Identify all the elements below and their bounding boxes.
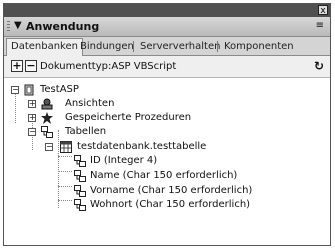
panel-title-bar[interactable]: ▼ Anwendung ≡ — [4, 17, 330, 37]
expand-toggle-icon[interactable]: + — [28, 114, 36, 122]
panel-title: Anwendung — [26, 20, 100, 33]
tab-datenbanken[interactable]: Datenbanken — [6, 38, 83, 56]
collapse-toggle-icon[interactable]: − — [45, 143, 53, 151]
collapse-toggle-icon[interactable]: − — [11, 86, 19, 94]
database-tree: − TestASP + Ansichten + Gespeicherte Pro… — [4, 78, 330, 245]
add-button[interactable]: + — [11, 60, 23, 72]
tree-item-label: TestASP — [40, 84, 79, 95]
remove-button[interactable]: − — [25, 60, 37, 72]
tab-separator — [133, 41, 134, 52]
tree-item-label: Wohnort (Char 150 erforderlich) — [90, 199, 251, 210]
tab-separator — [217, 41, 218, 52]
expand-toggle-icon[interactable]: + — [28, 100, 36, 108]
tree-connector — [58, 130, 59, 208]
panel-options-menu-icon[interactable]: ≡ — [316, 20, 324, 31]
column-icon — [74, 199, 86, 211]
stored-procedure-icon — [41, 112, 53, 124]
tree-connector — [58, 200, 72, 201]
drag-grip-icon[interactable] — [7, 21, 10, 33]
tables-icon — [41, 126, 53, 138]
column-icon — [74, 155, 86, 167]
tree-item-label: Name (Char 150 erforderlich) — [90, 170, 238, 181]
refresh-icon[interactable]: ↻ — [314, 59, 324, 73]
tree-item-label: testdatenbank.testtabelle — [77, 141, 207, 152]
column-icon — [74, 185, 86, 197]
tree-item-label: Ansichten — [65, 98, 115, 109]
tree-connector — [58, 186, 72, 187]
tree-item-label: ID (Integer 4) — [90, 155, 158, 166]
tree-item-label: Vorname (Char 150 erforderlich) — [90, 185, 253, 196]
panel-top-bar: x — [4, 4, 330, 17]
tree-connector — [15, 92, 16, 123]
database-icon — [24, 84, 34, 96]
tree-item-label: Gespeicherte Prozeduren — [65, 112, 192, 123]
tab-bar: Datenbanken Bindungen Serververhalten Ko… — [4, 37, 330, 56]
toolbar: + − Dokumenttyp:ASP VBScript ↻ — [4, 56, 330, 78]
table-grid-icon — [60, 141, 72, 153]
tab-komponenten[interactable]: Komponenten — [220, 39, 298, 55]
application-panel: x ▼ Anwendung ≡ Datenbanken Bindungen Se… — [3, 3, 331, 246]
tree-connector — [58, 156, 72, 157]
close-panel-button[interactable]: x — [318, 5, 328, 16]
document-type-label: Dokumenttyp:ASP VBScript — [40, 61, 177, 72]
tab-serververhalten[interactable]: Serververhalten — [136, 39, 224, 55]
column-icon — [74, 170, 86, 182]
collapse-triangle-icon[interactable]: ▼ — [14, 20, 22, 31]
views-icon — [41, 98, 53, 110]
tree-item-label: Tabellen — [65, 126, 107, 137]
tab-bindungen[interactable]: Bindungen — [76, 39, 138, 55]
tree-connector — [58, 171, 72, 172]
collapse-toggle-icon[interactable]: − — [28, 128, 36, 136]
